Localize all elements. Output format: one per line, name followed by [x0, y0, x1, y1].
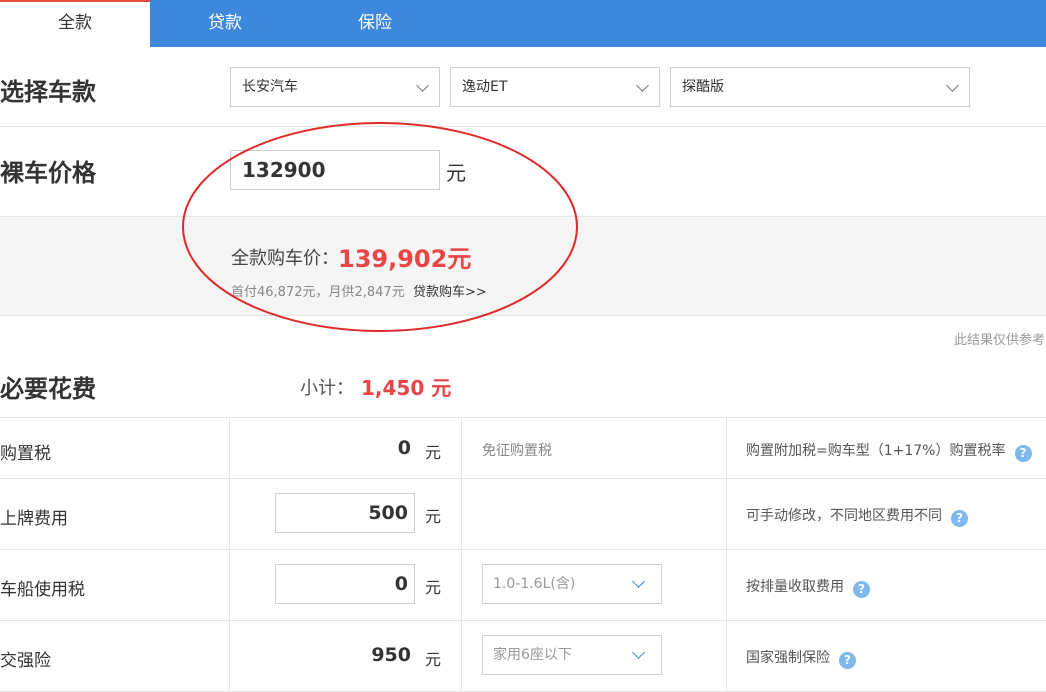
fee-unit: 元: [425, 578, 442, 597]
tab-loan[interactable]: 贷款: [150, 0, 300, 47]
subtotal-label: 小计：: [300, 378, 354, 399]
tab-bar: 全款 贷款 保险: [0, 0, 1046, 47]
plate-fee-input[interactable]: 500: [275, 493, 415, 533]
fee-unit: 元: [425, 650, 442, 669]
brand-select[interactable]: 长安汽车: [230, 67, 440, 107]
table-row: 上牌费用 500 元 可手动修改，不同地区费用不同?: [0, 479, 1046, 550]
displacement-select[interactable]: 1.0-1.6L(含): [482, 564, 662, 604]
fee-description-text: 可手动修改，不同地区费用不同: [746, 508, 942, 524]
help-icon[interactable]: ?: [951, 510, 968, 527]
trim-select-value: 探酷版: [682, 79, 724, 95]
fee-table: 购置税 0 元 免征购置税 购置附加税=购车型（1+17%）购置税率? 上牌费用…: [0, 417, 1046, 692]
chevron-down-icon: [632, 646, 645, 659]
disclaimer: 此结果仅供参考: [953, 333, 1045, 348]
chevron-down-icon: [416, 79, 429, 92]
fee-name: 上牌费用: [0, 509, 68, 529]
fee-name: 交强险: [0, 651, 51, 671]
trim-select[interactable]: 探酷版: [670, 67, 970, 107]
tab-full-payment[interactable]: 全款: [0, 0, 150, 47]
help-icon[interactable]: ?: [1014, 445, 1032, 462]
tab-insurance[interactable]: 保险: [300, 0, 450, 47]
fee-name: 车船使用税: [0, 580, 85, 600]
fee-description-text: 按排量收取费用: [746, 579, 844, 595]
required-fees-heading: 必要花费: [0, 375, 96, 403]
select-model-heading: 选择车款: [0, 78, 96, 106]
fee-description: 按排量收取费用?: [746, 576, 870, 598]
chevron-down-icon: [636, 79, 649, 92]
help-icon[interactable]: ?: [853, 581, 870, 598]
displacement-select-value: 1.0-1.6L(含): [493, 576, 576, 592]
fee-note: 免征购置税: [482, 443, 552, 459]
brand-select-value: 长安汽车: [242, 79, 298, 95]
series-select-value: 逸动ET: [462, 79, 508, 95]
table-row: 交强险 950 元 家用6座以下 国家强制保险?: [0, 621, 1046, 692]
insurance-seats-select[interactable]: 家用6座以下: [482, 635, 662, 675]
table-row: 车船使用税 0 元 1.0-1.6L(含) 按排量收取费用?: [0, 550, 1046, 621]
table-row: 购置税 0 元 免征购置税 购置附加税=购车型（1+17%）购置税率?: [0, 418, 1046, 479]
fee-description-text: 国家强制保险: [746, 650, 830, 666]
price-heading: 裸车价格: [0, 159, 96, 187]
fee-unit: 元: [425, 443, 442, 462]
help-icon[interactable]: ?: [839, 652, 856, 669]
insurance-seats-select-value: 家用6座以下: [493, 647, 572, 663]
fee-value: 0: [397, 437, 411, 459]
fee-description: 国家强制保险?: [746, 647, 856, 669]
fee-description: 购置附加税=购车型（1+17%）购置税率?: [746, 440, 1032, 462]
subtotal-value: 1,450 元: [361, 376, 452, 400]
series-select[interactable]: 逸动ET: [450, 67, 660, 107]
chevron-down-icon: [632, 575, 645, 588]
fee-unit: 元: [425, 507, 442, 526]
vehicle-tax-input[interactable]: 0: [275, 564, 415, 604]
annotation-circle: [182, 122, 578, 332]
fee-description-text: 购置附加税=购车型（1+17%）购置税率: [746, 443, 1006, 459]
fee-name: 购置税: [0, 444, 51, 464]
fee-value: 950: [371, 644, 411, 666]
chevron-down-icon: [946, 79, 959, 92]
fee-description: 可手动修改，不同地区费用不同?: [746, 505, 968, 527]
